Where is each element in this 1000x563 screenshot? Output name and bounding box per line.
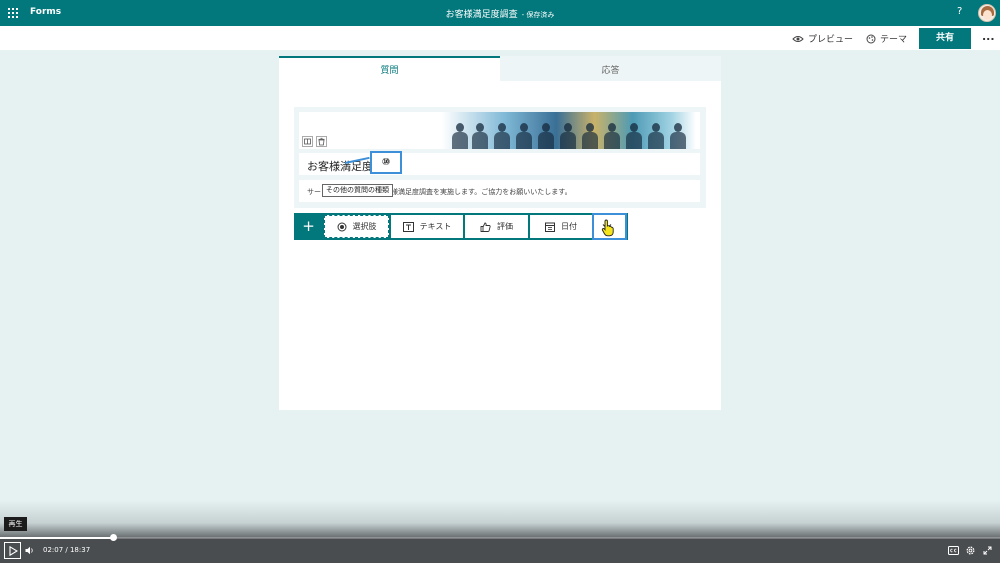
banner-image <box>442 112 696 149</box>
play-tooltip: 再生 <box>4 517 27 531</box>
document-title-area: お客様満足度調査 - 保存済み <box>0 7 1000 20</box>
tab-questions[interactable]: 質問 <box>279 56 500 81</box>
choice-question-button[interactable]: 選択肢 <box>324 215 389 238</box>
text-question-button[interactable]: テキスト <box>391 215 463 238</box>
thumbs-up-icon <box>480 222 491 232</box>
avatar[interactable] <box>978 4 996 22</box>
text-label: テキスト <box>419 222 452 231</box>
change-image-button[interactable] <box>302 136 313 147</box>
captions-icon[interactable] <box>948 546 959 555</box>
date-label: 日付 <box>561 222 577 231</box>
preview-button[interactable]: プレビュー <box>792 32 853 45</box>
trash-icon <box>318 137 325 146</box>
progress-fill <box>0 537 114 539</box>
calendar-icon <box>545 222 555 232</box>
form-editor-card: 質問 応答 お客様満足度調査 サービス向上を目的にお客様満足度調査を実施します。… <box>279 56 721 410</box>
choice-label: 選択肢 <box>352 222 377 231</box>
banner <box>299 112 700 149</box>
video-player-bar <box>0 538 1000 563</box>
eye-icon <box>792 35 804 42</box>
text-box-icon <box>402 221 414 232</box>
preview-label: プレビュー <box>808 35 854 45</box>
tab-responses[interactable]: 応答 <box>500 56 721 81</box>
palette-icon <box>866 34 876 43</box>
add-question-button[interactable]: + <box>294 213 323 240</box>
more-question-types-tooltip: その他の質問の種類 <box>322 184 393 197</box>
volume-icon[interactable] <box>25 546 35 555</box>
radio-icon <box>337 222 346 231</box>
player-shade <box>0 500 1000 538</box>
command-bar: プレビュー テーマ 共有 ... <box>0 26 1000 50</box>
date-question-button[interactable]: 日付 <box>530 215 592 238</box>
step-callout: ⑩ <box>370 151 402 174</box>
playback-time: 02:07 / 18:37 <box>43 546 91 554</box>
question-type-toolbar: + 選択肢 テキスト 評価 日付 <box>294 213 628 240</box>
document-title: お客様満足度調査 <box>445 10 518 20</box>
play-icon <box>9 546 18 556</box>
delete-image-button[interactable] <box>316 136 327 147</box>
rating-question-button[interactable]: 評価 <box>465 215 528 238</box>
progress-bar[interactable] <box>0 537 1000 539</box>
more-options-button[interactable]: ... <box>982 30 995 43</box>
hand-pointer-icon <box>601 219 614 237</box>
theme-label: テーマ <box>880 35 908 45</box>
settings-icon[interactable] <box>966 546 975 555</box>
play-button[interactable] <box>4 542 21 559</box>
theme-button[interactable]: テーマ <box>866 32 907 45</box>
fullscreen-icon[interactable] <box>983 546 992 555</box>
share-button[interactable]: 共有 <box>919 28 971 49</box>
image-icon <box>304 138 311 145</box>
top-app-bar: Forms お客様満足度調査 - 保存済み ? <box>0 0 1000 26</box>
save-status: - 保存済み <box>521 11 555 19</box>
form-title[interactable]: お客様満足度調査 <box>299 153 700 175</box>
help-button[interactable]: ? <box>957 6 962 17</box>
rating-label: 評価 <box>497 222 513 231</box>
